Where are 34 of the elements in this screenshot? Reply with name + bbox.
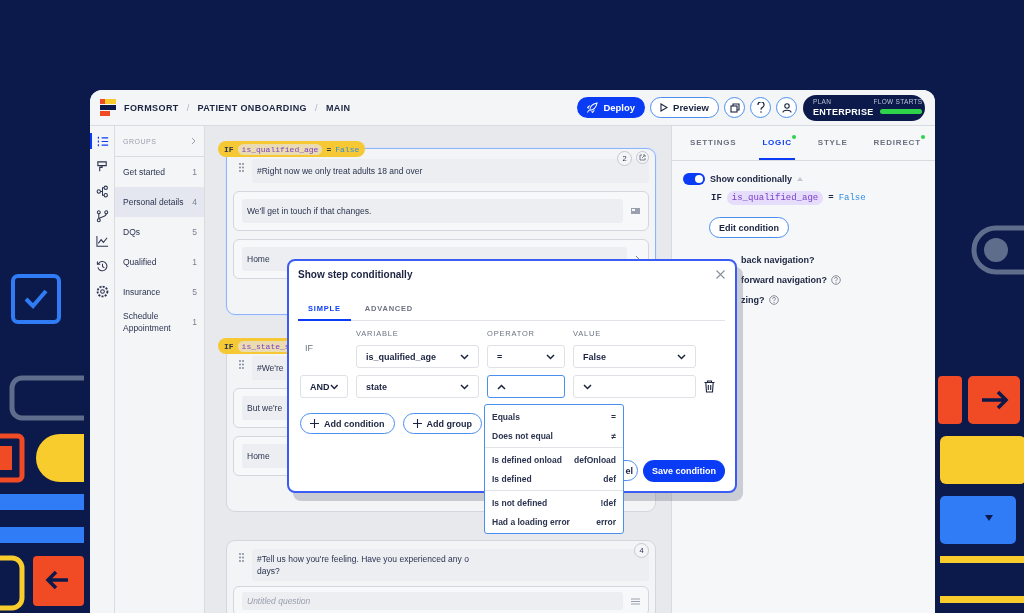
plan-name: ENTERPRISE <box>813 106 874 117</box>
value-text: False <box>838 193 866 203</box>
breadcrumb-separator: / <box>315 102 318 113</box>
group-label: Qualified <box>123 256 157 268</box>
option-label: zing? <box>741 295 765 305</box>
group-label: Schedule Appointment <box>123 310 172 334</box>
option-label: forward navigation? <box>741 275 827 285</box>
if-keyword: IF <box>224 341 234 351</box>
operator-symbol: ≠ <box>611 430 616 441</box>
group-label: Personal details <box>123 196 184 208</box>
group-count: 1 <box>192 167 197 177</box>
breadcrumb-separator: / <box>186 102 190 113</box>
group-count: 1 <box>192 257 197 267</box>
group-count: 1 <box>192 317 197 327</box>
group-label: Get started <box>123 166 166 178</box>
operator-symbol: defOnload <box>573 454 616 465</box>
variable-tag: is_qualified_age <box>726 191 824 205</box>
operator-symbol: def <box>603 473 616 484</box>
operator-symbol: error <box>596 516 616 527</box>
group-count: 5 <box>192 287 197 297</box>
group-label: Insurance <box>123 286 161 298</box>
variable-tag: is_qualified_age <box>237 143 323 155</box>
if-label: IF <box>304 343 314 353</box>
operator-text: = <box>828 193 834 203</box>
question-text: We'll get in touch if that changes. <box>242 199 623 223</box>
group-count: 5 <box>192 227 197 237</box>
if-keyword: IF <box>711 193 722 203</box>
operator-symbol: !def <box>600 497 616 508</box>
toggle-label: Show conditionally <box>710 174 792 184</box>
group-label: DQs <box>123 226 140 238</box>
group-count: 4 <box>192 197 197 207</box>
option-label: back navigation? <box>741 255 815 265</box>
dialog-title: Show step conditionally <box>298 269 413 280</box>
operator-symbol: = <box>611 411 616 422</box>
